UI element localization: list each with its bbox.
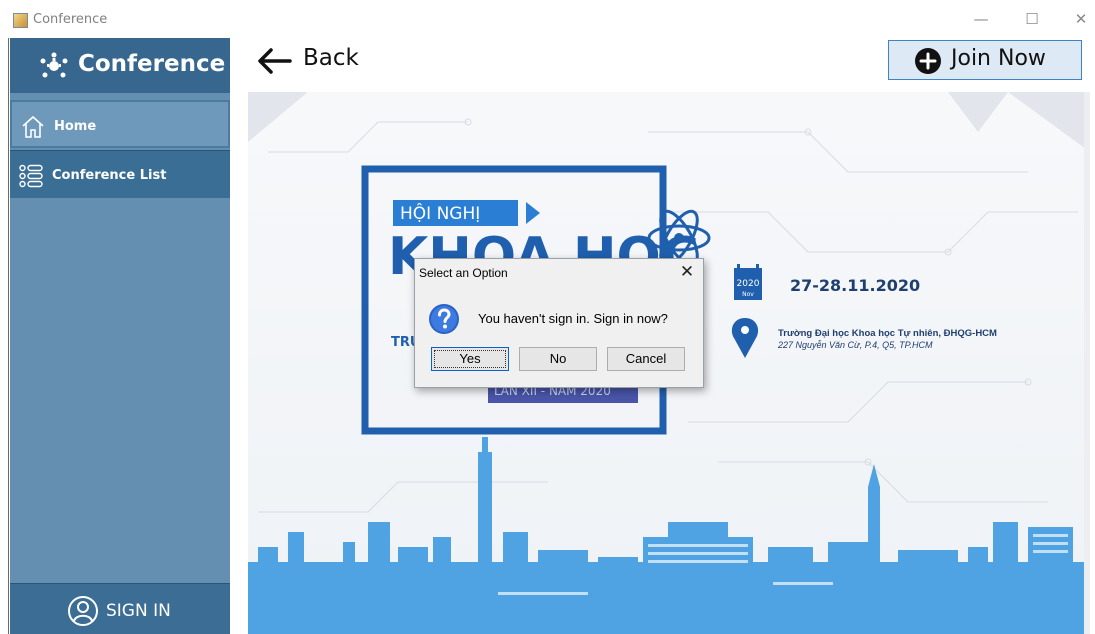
banner-date: 27-28.11.2020 [790, 276, 920, 295]
maximize-button[interactable]: ☐ [1017, 8, 1047, 30]
close-window-button[interactable]: ✕ [1066, 8, 1095, 30]
back-button[interactable]: Back [256, 44, 366, 76]
no-button[interactable]: No [519, 347, 597, 371]
calendar-month: Nov [742, 291, 754, 298]
sidebar-item-label: Conference List [52, 168, 167, 183]
sidebar-item-label: Home [54, 119, 97, 134]
plus-circle-icon [915, 48, 941, 74]
sign-in-label: SIGN IN [106, 601, 171, 621]
window-title: Conference [33, 12, 108, 27]
user-circle-icon [68, 596, 98, 626]
sign-in-button[interactable]: SIGN IN [10, 583, 230, 634]
banner-venue: Trường Đại học Khoa học Tự nhiên, ĐHQG-H… [778, 328, 997, 339]
cancel-button[interactable]: Cancel [607, 347, 685, 371]
conference-icon [40, 52, 68, 78]
minimize-button[interactable]: — [966, 8, 996, 30]
calendar-icon: 2020 Nov [734, 264, 762, 300]
back-label: Back [303, 45, 359, 71]
arrow-left-icon [258, 48, 292, 74]
window-titlebar: Conference — ☐ ✕ [0, 0, 1095, 38]
sidebar-item-conference-list[interactable]: Conference List [10, 150, 230, 198]
yes-button[interactable]: Yes [431, 347, 509, 371]
home-icon [22, 115, 44, 138]
question-icon [429, 304, 459, 334]
sidebar-item-home[interactable]: Home [10, 100, 230, 148]
window-left-edge [0, 0, 10, 634]
join-now-label: Join Now [951, 46, 1046, 71]
sidebar: Conference Home Conference List SIGN IN [10, 38, 230, 634]
banner-tag: HỘI NGHỊ [400, 202, 480, 224]
window-border [8, 0, 9, 634]
banner-address: 227 Nguyễn Văn Cừ, P.4, Q5, TP.HCM [777, 340, 933, 350]
list-icon [19, 164, 43, 188]
java-app-icon [13, 13, 28, 28]
dialog-message: You haven't sign in. Sign in now? [478, 311, 668, 326]
banner-scrollbar[interactable] [1084, 92, 1090, 634]
calendar-year: 2020 [737, 279, 760, 289]
dialog-close-button[interactable]: ✕ [677, 262, 697, 282]
join-now-button[interactable]: Join Now [888, 40, 1082, 80]
brand-header: Conference [10, 38, 230, 93]
confirm-dialog: Select an Option ✕ You haven't sign in. … [414, 258, 704, 388]
brand-label: Conference [78, 51, 226, 77]
dialog-title: Select an Option [419, 266, 508, 280]
